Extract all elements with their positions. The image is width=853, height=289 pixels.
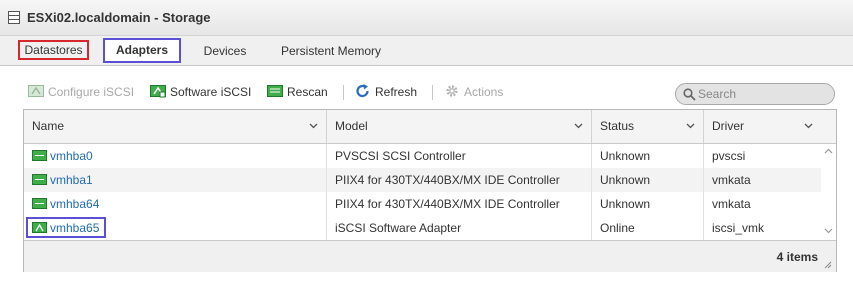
toolbar-separator: [343, 85, 344, 100]
column-header-label: Status: [600, 119, 635, 133]
column-header-name[interactable]: Name: [24, 110, 327, 143]
cell-model: PVSCSI SCSI Controller: [327, 144, 592, 168]
column-header-driver[interactable]: Driver: [704, 110, 821, 143]
cell-model: PIIX4 for 430TX/440BX/MX IDE Controller: [327, 192, 592, 216]
cell-name: vmhba64: [24, 192, 327, 216]
cell-driver: pvscsi: [712, 149, 746, 163]
vertical-scrollbar[interactable]: [821, 144, 836, 240]
search-icon: [683, 88, 696, 101]
rescan-icon: [267, 85, 283, 97]
storage-adapter-icon: [32, 198, 47, 209]
adapters-table: Name Model Status Driver vmhba0 PVSCSI S…: [23, 109, 837, 272]
software-iscsi-label: Software iSCSI: [170, 85, 252, 99]
chevron-down-icon[interactable]: [574, 123, 583, 129]
tab-bar: Datastores Adapters Devices Persistent M…: [0, 36, 853, 66]
resize-grip-icon[interactable]: [824, 261, 832, 269]
tab-devices[interactable]: Devices: [195, 40, 255, 60]
cell-name: vmhba1: [24, 168, 327, 192]
table-row[interactable]: vmhba65 iSCSI Software Adapter Online is…: [24, 216, 821, 240]
window-titlebar: ESXi02.localdomain - Storage: [0, 0, 853, 36]
column-header-status[interactable]: Status: [592, 110, 704, 143]
column-header-model[interactable]: Model: [327, 110, 592, 143]
rescan-label: Rescan: [287, 85, 328, 99]
storage-adapter-icon: [32, 150, 47, 161]
cell-name: vmhba0: [24, 144, 327, 168]
software-iscsi-icon: [150, 85, 166, 98]
tab-persistent-memory[interactable]: Persistent Memory: [270, 40, 392, 60]
chevron-down-icon[interactable]: [824, 228, 833, 234]
search-input[interactable]: [698, 86, 826, 102]
cell-model: iSCSI Software Adapter: [327, 216, 592, 240]
window-title: ESXi02.localdomain - Storage: [27, 10, 211, 25]
toolbar-separator: [432, 85, 433, 100]
refresh-button[interactable]: Refresh: [355, 82, 417, 102]
cell-model: PIIX4 for 430TX/440BX/MX IDE Controller: [327, 168, 592, 192]
rescan-button[interactable]: Rescan: [267, 82, 328, 102]
configure-iscsi-icon: [28, 85, 44, 97]
column-header-label: Name: [32, 119, 65, 133]
column-header-label: Model: [335, 119, 368, 133]
actions-label: Actions: [464, 85, 504, 99]
table-header: Name Model Status Driver: [24, 110, 836, 144]
table-row[interactable]: vmhba0 PVSCSI SCSI Controller Unknown pv…: [24, 144, 821, 168]
chevron-down-icon[interactable]: [804, 123, 813, 129]
refresh-icon: [356, 84, 369, 98]
refresh-label: Refresh: [375, 85, 418, 99]
cell-status: Unknown: [592, 144, 704, 168]
adapter-link[interactable]: vmhba64: [50, 197, 99, 211]
item-count: 4 items: [776, 250, 818, 264]
storage-adapter-icon: [32, 174, 47, 185]
cell-status: Unknown: [592, 192, 704, 216]
gear-icon: [446, 85, 458, 97]
cell-status: Online: [592, 216, 704, 240]
cell-driver: vmkata: [712, 173, 751, 187]
cell-status: Unknown: [592, 168, 704, 192]
adapter-link[interactable]: vmhba0: [50, 149, 93, 163]
chevron-down-icon[interactable]: [309, 123, 318, 129]
tab-adapters[interactable]: Adapters: [103, 38, 181, 63]
adapter-link[interactable]: vmhba1: [50, 173, 93, 187]
highlight-box: [26, 217, 106, 238]
storage-icon: [8, 11, 20, 24]
table-row[interactable]: vmhba1 PIIX4 for 430TX/440BX/MX IDE Cont…: [24, 168, 821, 192]
column-header-label: Driver: [712, 119, 744, 133]
configure-iscsi-label: Configure iSCSI: [48, 85, 135, 99]
table-row[interactable]: vmhba64 PIIX4 for 430TX/440BX/MX IDE Con…: [24, 192, 821, 216]
chevron-down-icon[interactable]: [686, 123, 695, 129]
actions-button[interactable]: Actions: [444, 82, 503, 102]
chevron-up-icon[interactable]: [824, 148, 833, 154]
tab-datastores[interactable]: Datastores: [18, 40, 89, 60]
cell-driver: vmkata: [712, 197, 751, 211]
software-iscsi-button[interactable]: Software iSCSI: [150, 82, 251, 102]
search-box[interactable]: [675, 83, 835, 105]
cell-driver: iscsi_vmk: [712, 221, 765, 235]
configure-iscsi-button[interactable]: Configure iSCSI: [28, 82, 134, 102]
table-footer: 4 items: [24, 240, 836, 272]
